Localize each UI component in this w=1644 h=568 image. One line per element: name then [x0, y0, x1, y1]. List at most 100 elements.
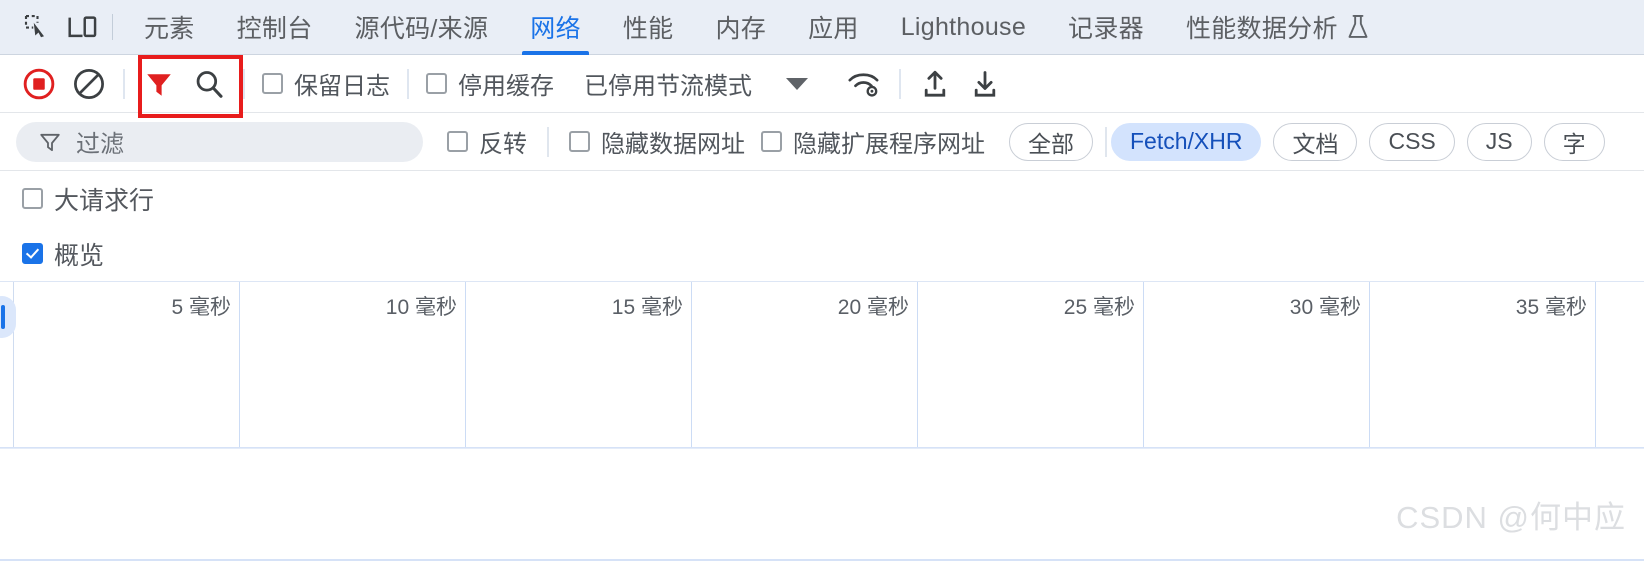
tabbar-divider [112, 14, 113, 40]
overview-tick-container: 5 毫秒 10 毫秒 15 毫秒 20 毫秒 25 毫秒 30 毫秒 35 毫秒 [14, 282, 1644, 447]
filter-chip-doc[interactable]: 文档 [1273, 122, 1358, 161]
tab-recorder[interactable]: 记录器 [1047, 0, 1165, 55]
overview-box[interactable] [22, 243, 43, 264]
bottom-divider [0, 559, 1644, 561]
chevron-down-icon[interactable] [786, 77, 808, 90]
filter-chip-doc-label: 文档 [1292, 130, 1339, 157]
filter-chip-fetch-xhr-label: Fetch/XHR [1130, 128, 1243, 154]
filter-input[interactable]: 过滤 [16, 121, 423, 162]
network-control-toolbar: 保留日志 停用缓存 已停用节流模式 [0, 55, 1644, 113]
tab-performance-label: 性能 [622, 15, 674, 43]
tab-recorder-label: 记录器 [1068, 15, 1144, 43]
filter-chip-css[interactable]: CSS [1369, 122, 1455, 161]
toolbar-divider-1 [123, 68, 125, 99]
overview-tick: 10 毫秒 [240, 282, 466, 447]
devtools-network-panel: 元素 控制台 源代码/来源 网络 性能 内存 应用 Lighthouse 记录器… [0, 0, 1644, 568]
filter-chip-js[interactable]: JS [1466, 122, 1532, 161]
big-request-rows-checkbox[interactable]: 大请求行 [22, 176, 154, 222]
import-har-upload-icon[interactable] [910, 61, 960, 107]
overview-tick: 25 毫秒 [918, 282, 1144, 447]
disable-cache-checkbox[interactable]: 停用缓存 [418, 61, 562, 107]
preserve-log-checkbox[interactable]: 保留日志 [254, 61, 398, 107]
overview-left-resize-handle[interactable] [0, 296, 16, 338]
filterbar-divider-1 [547, 126, 549, 157]
big-request-rows-label: 大请求行 [54, 186, 155, 215]
tab-network-label: 网络 [530, 15, 581, 43]
hide-data-urls-box[interactable] [569, 131, 590, 152]
overview-checkbox[interactable]: 概览 [22, 231, 104, 277]
toolbar-divider-2 [243, 68, 245, 99]
filter-chip-js-label: JS [1485, 128, 1513, 154]
overview-tick: 30 毫秒 [1144, 282, 1370, 447]
network-overview-timeline[interactable]: 5 毫秒 10 毫秒 15 毫秒 20 毫秒 25 毫秒 30 毫秒 35 毫秒 [0, 281, 1644, 448]
filter-chip-font[interactable]: 字 [1543, 122, 1605, 161]
overview-tick: 20 毫秒 [692, 282, 918, 447]
network-filter-bar: 过滤 反转 隐藏数据网址 隐藏扩展程序网址 全部 Fetch/XHR 文档 CS… [0, 113, 1644, 171]
hide-extension-urls-checkbox[interactable]: 隐藏扩展程序网址 [753, 119, 993, 165]
tab-elements-label: 元素 [144, 15, 195, 43]
filterbar-divider-2 [1105, 126, 1107, 157]
network-conditions-wifi-gear-icon[interactable] [840, 61, 890, 107]
throttling-select[interactable]: 已停用节流模式 [562, 61, 816, 107]
tab-performance[interactable]: 性能 [602, 0, 695, 55]
preserve-log-label: 保留日志 [294, 73, 390, 100]
overview-tick: 5 毫秒 [14, 282, 240, 447]
tab-network[interactable]: 网络 [509, 0, 602, 55]
tab-lighthouse[interactable]: Lighthouse [880, 0, 1047, 55]
filter-chip-fetch-xhr[interactable]: Fetch/XHR [1111, 122, 1262, 161]
hide-data-urls-checkbox[interactable]: 隐藏数据网址 [561, 119, 753, 165]
overview-tick-label: 5 毫秒 [171, 296, 231, 319]
disable-cache-box[interactable] [426, 73, 447, 94]
tab-application-label: 应用 [808, 15, 859, 43]
overview-tick-label: 30 毫秒 [1289, 296, 1361, 319]
overview-tick-label: 25 毫秒 [1063, 296, 1135, 319]
hide-data-urls-label: 隐藏数据网址 [601, 131, 745, 158]
tab-performance-insights[interactable]: 性能数据分析 [1165, 0, 1390, 55]
invert-label: 反转 [479, 131, 527, 158]
filter-funnel-icon[interactable] [134, 61, 184, 107]
tab-memory-label: 内存 [715, 15, 767, 43]
filter-input-placeholder: 过滤 [76, 131, 124, 158]
filter-chip-all-label: 全部 [1028, 130, 1074, 157]
tab-console[interactable]: 控制台 [216, 0, 334, 55]
experiment-flask-icon [1347, 14, 1369, 40]
export-har-download-icon[interactable] [960, 61, 1010, 107]
tab-elements[interactable]: 元素 [123, 0, 216, 55]
throttling-label: 已停用节流模式 [584, 73, 752, 100]
overview-label: 概览 [54, 241, 105, 270]
filter-chip-css-label: CSS [1388, 128, 1436, 154]
overview-tick: 15 毫秒 [466, 282, 692, 447]
big-request-rows-row: 大请求行 [0, 171, 1644, 226]
toolbar-divider-4 [899, 68, 901, 99]
filter-funnel-icon [38, 130, 62, 154]
device-toolbar-icon[interactable] [60, 6, 106, 48]
overview-tick-label: 35 毫秒 [1515, 296, 1587, 319]
filter-chip-all[interactable]: 全部 [1009, 122, 1093, 161]
overview-tick: 35 毫秒 [1370, 282, 1596, 447]
devtools-tabbar: 元素 控制台 源代码/来源 网络 性能 内存 应用 Lighthouse 记录器… [0, 0, 1644, 55]
invert-box[interactable] [447, 131, 468, 152]
overview-tick-label: 15 毫秒 [611, 296, 683, 319]
csdn-watermark: CSDN @何中应 [1396, 500, 1626, 535]
big-request-rows-box[interactable] [22, 188, 43, 209]
inspect-element-icon[interactable] [14, 6, 60, 48]
hide-extension-urls-label: 隐藏扩展程序网址 [793, 131, 985, 158]
tab-application[interactable]: 应用 [787, 0, 880, 55]
tab-lighthouse-label: Lighthouse [900, 12, 1027, 41]
tab-sources[interactable]: 源代码/来源 [334, 0, 510, 55]
hide-extension-urls-box[interactable] [761, 131, 782, 152]
toolbar-divider-3 [407, 68, 409, 99]
network-request-list[interactable]: CSDN @何中应 [0, 448, 1644, 561]
preserve-log-box[interactable] [262, 73, 283, 94]
disable-cache-label: 停用缓存 [458, 73, 554, 100]
invert-checkbox[interactable]: 反转 [439, 119, 535, 165]
overview-tick-label: 10 毫秒 [385, 296, 457, 319]
tab-sources-label: 源代码/来源 [354, 15, 489, 43]
tab-console-label: 控制台 [236, 15, 313, 43]
record-stop-icon[interactable] [14, 61, 64, 107]
tab-memory[interactable]: 内存 [694, 0, 787, 55]
search-magnifier-icon[interactable] [184, 61, 234, 107]
overview-tick-label: 20 毫秒 [837, 296, 909, 319]
clear-network-log-icon[interactable] [64, 61, 114, 107]
tab-performance-insights-label: 性能数据分析 [1185, 15, 1338, 43]
